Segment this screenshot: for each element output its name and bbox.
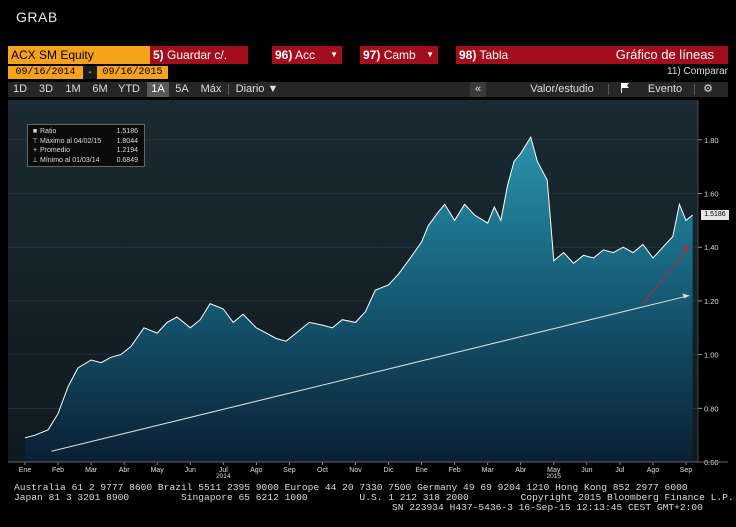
gear-icon[interactable]: ⚙ bbox=[700, 82, 716, 97]
table-label: Tabla bbox=[479, 48, 509, 62]
x-tick-label: Mar bbox=[482, 467, 495, 474]
save-button-number: 5) bbox=[153, 48, 164, 62]
y-tick-label: 1.80 bbox=[704, 136, 719, 145]
chevron-down-icon: ▼ bbox=[330, 50, 338, 59]
footer-session-info: SN 223934 H437-5436-3 16-Sep-15 12:13:45… bbox=[392, 502, 703, 513]
y-tick-label: 1.40 bbox=[704, 243, 719, 252]
x-tick-label: Jul bbox=[615, 467, 624, 474]
last-value-tag: 1.5186 bbox=[701, 210, 729, 221]
legend-label: Máximo al 04/02/15 bbox=[40, 137, 102, 145]
y-tick-label: 1.20 bbox=[704, 297, 719, 306]
x-tick-label: May bbox=[151, 467, 165, 474]
value-study-button[interactable]: Valor/estudio bbox=[522, 82, 602, 97]
range-5a[interactable]: 5A bbox=[171, 82, 193, 97]
collapse-button[interactable]: « bbox=[470, 82, 486, 97]
date-separator: - bbox=[83, 66, 97, 79]
line-chart-button[interactable]: Gráfico de líneas bbox=[566, 46, 728, 64]
frequency-dropdown[interactable]: Diario ▼ bbox=[231, 82, 283, 97]
compare-button[interactable]: 11) Comparar bbox=[667, 66, 728, 77]
change-number: 97) bbox=[363, 48, 381, 62]
x-tick-label: Abr bbox=[119, 467, 131, 474]
end-date-field[interactable]: 09/16/2015 bbox=[97, 66, 168, 79]
legend-value: 1.8044 bbox=[116, 137, 138, 145]
y-tick-label: 1.60 bbox=[704, 190, 719, 199]
range-1a[interactable]: 1A bbox=[147, 82, 169, 97]
change-dropdown[interactable]: 97) Camb ▼ bbox=[360, 46, 438, 64]
table-number: 98) bbox=[459, 48, 477, 62]
plus-icon: + bbox=[32, 147, 38, 154]
range-1d[interactable]: 1D bbox=[9, 82, 31, 97]
chevron-down-icon: ▼ bbox=[426, 50, 434, 59]
legend-value: 1.2194 bbox=[116, 147, 138, 154]
separator bbox=[608, 84, 609, 95]
range-ytd[interactable]: YTD bbox=[115, 82, 143, 97]
line-chart-label: Gráfico de líneas bbox=[615, 47, 714, 62]
save-button[interactable]: 5) Guardar c/. bbox=[150, 46, 248, 64]
x-tick-label: Ene bbox=[19, 467, 32, 474]
range-max[interactable]: Máx bbox=[197, 82, 225, 97]
x-tick-label: Jun bbox=[185, 467, 196, 474]
square-icon: ■ bbox=[32, 128, 38, 135]
actions-label: Acc bbox=[295, 48, 316, 62]
x-tick-label: Nov bbox=[349, 467, 362, 474]
change-label: Camb bbox=[383, 48, 416, 62]
x-tick-label: Ago bbox=[647, 467, 660, 474]
x-tick-label: Feb bbox=[52, 467, 64, 474]
x-tick-label: Sep bbox=[680, 467, 693, 474]
x-tick-label: Feb bbox=[449, 467, 461, 474]
table-button[interactable]: 98) Tabla bbox=[456, 46, 566, 64]
legend-label: Promedio bbox=[40, 147, 70, 154]
legend-row-min: ⊥ Mínimo al 01/03/14 0.6849 bbox=[31, 156, 141, 166]
event-button[interactable]: Evento bbox=[642, 82, 688, 97]
legend-value: 0.6849 bbox=[116, 156, 138, 164]
y-tick-label: 0.80 bbox=[704, 404, 719, 413]
legend-row-ratio: ■ Ratio 1.5186 bbox=[31, 127, 141, 137]
flag-icon[interactable] bbox=[618, 82, 632, 97]
legend-row-average: + Promedio 1.2194 bbox=[31, 146, 141, 156]
actions-number: 96) bbox=[275, 48, 293, 62]
legend-value: 1.5186 bbox=[116, 128, 138, 135]
y-tick-label: 1.00 bbox=[704, 351, 719, 360]
separator bbox=[694, 84, 695, 95]
x-tick-label: Sep bbox=[283, 467, 296, 474]
window-title: GRAB bbox=[16, 9, 58, 25]
range-3d[interactable]: 3D bbox=[35, 82, 57, 97]
range-1m[interactable]: 1M bbox=[61, 82, 85, 97]
x-tick-label: Ago bbox=[250, 467, 263, 474]
legend-label: Mínimo al 01/03/14 bbox=[40, 156, 100, 164]
year-label: 2015 bbox=[547, 473, 562, 478]
x-tick-label: Oct bbox=[317, 467, 328, 474]
x-tick-label: Dic bbox=[383, 467, 394, 474]
x-tick-label: Mar bbox=[85, 467, 98, 474]
min-marker-icon: ⊥ bbox=[31, 156, 39, 164]
legend-row-max: ⊤ Máximo al 04/02/15 1.8044 bbox=[31, 137, 141, 147]
max-marker-icon: ⊤ bbox=[31, 137, 39, 145]
x-tick-label: Abr bbox=[515, 467, 527, 474]
legend-label: Ratio bbox=[40, 128, 57, 135]
range-6m[interactable]: 6M bbox=[88, 82, 112, 97]
actions-dropdown[interactable]: 96) Acc ▼ bbox=[272, 46, 342, 64]
x-tick-label: Ene bbox=[415, 467, 428, 474]
chart-legend: ■ Ratio 1.5186 ⊤ Máximo al 04/02/15 1.80… bbox=[27, 124, 145, 167]
separator bbox=[228, 84, 229, 95]
save-button-label: Guardar c/. bbox=[167, 48, 228, 62]
x-tick-label: Jun bbox=[581, 467, 592, 474]
ticker-field[interactable]: ACX SM Equity bbox=[8, 46, 154, 64]
start-date-field[interactable]: 09/16/2014 bbox=[8, 66, 83, 79]
year-label: 2014 bbox=[216, 473, 231, 478]
